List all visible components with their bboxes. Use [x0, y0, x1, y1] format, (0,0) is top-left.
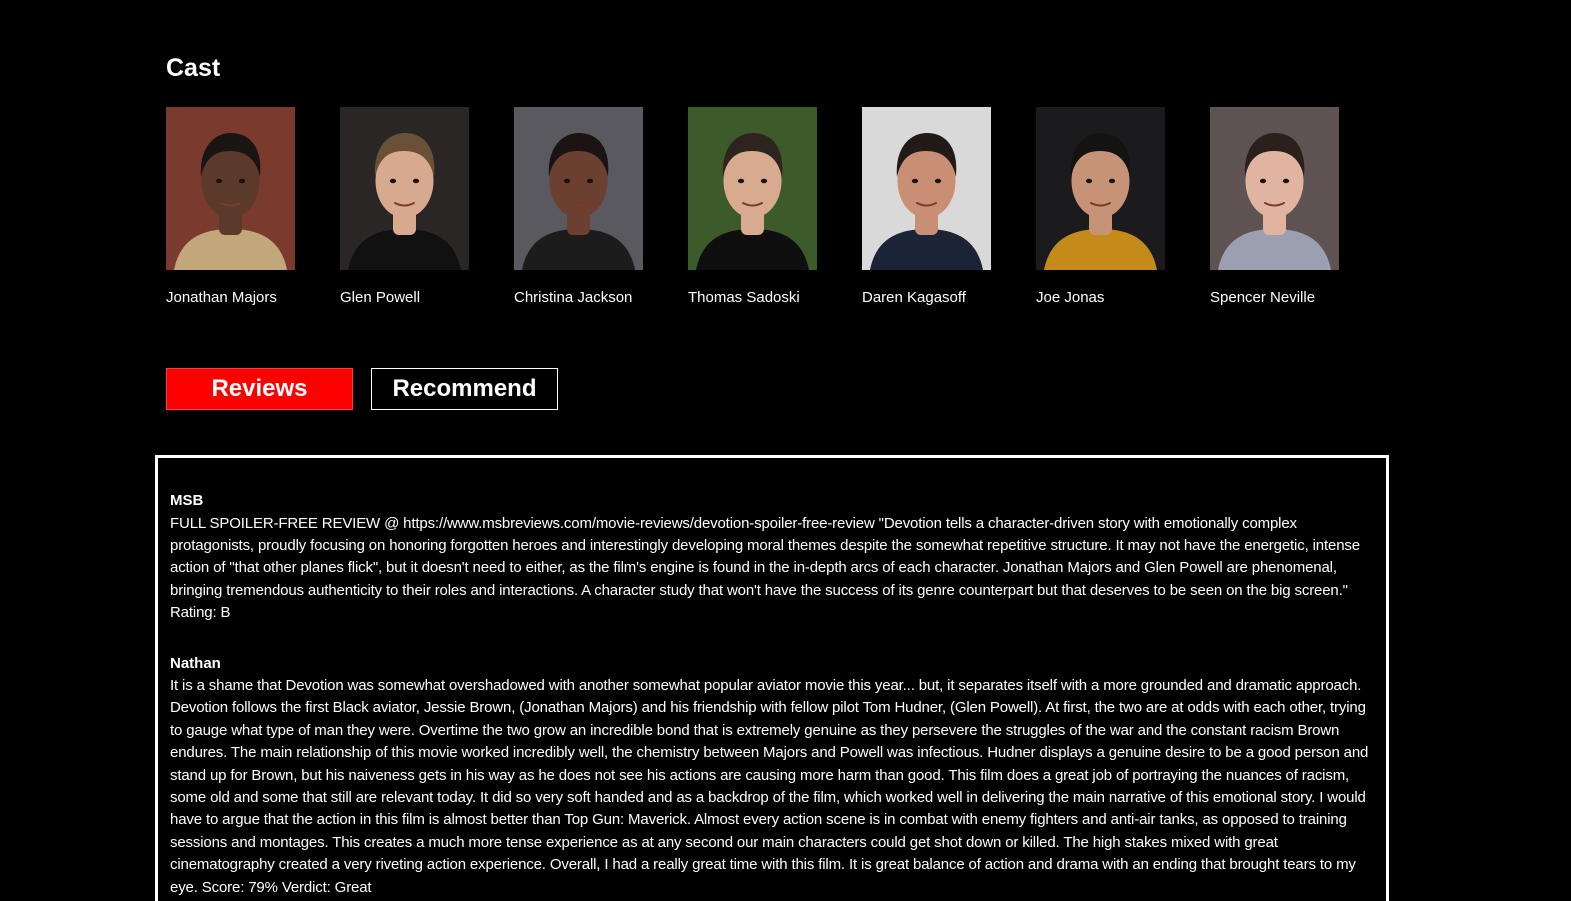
tab-recommend[interactable]: Recommend [371, 368, 558, 410]
cast-member[interactable]: Christina Jackson [514, 107, 643, 308]
cast-heading: Cast [166, 54, 221, 82]
headshot-eye [911, 178, 919, 184]
headshot-image [166, 107, 295, 270]
review-item: Nathan It is a shame that Devotion was s… [170, 653, 1374, 900]
headshot-photo[interactable] [340, 107, 469, 270]
headshot-eye [1085, 178, 1093, 184]
review-author: MSB [170, 492, 204, 509]
cast-member[interactable]: Daren Kagasoff [862, 107, 991, 308]
headshot-image [1210, 107, 1339, 270]
reviews-panel[interactable]: MSB FULL SPOILER-FREE REVIEW @ https://w… [155, 455, 1389, 901]
cast-member[interactable]: Joe Jonas [1036, 107, 1165, 308]
headshot-photo[interactable] [1036, 107, 1165, 270]
review-text: FULL SPOILER-FREE REVIEW @ https://www.m… [170, 514, 1360, 622]
cast-name[interactable]: Spencer Neville [1210, 288, 1339, 308]
cast-member[interactable]: Spencer Neville [1210, 107, 1339, 308]
headshot-eye [412, 178, 420, 184]
headshot-eye [760, 178, 768, 184]
review-text: It is a shame that Devotion was somewhat… [170, 677, 1369, 896]
headshot-eye [215, 178, 223, 184]
headshot-eye [934, 178, 942, 184]
cast-name[interactable]: Christina Jackson [514, 288, 643, 308]
cast-name[interactable]: Daren Kagasoff [862, 288, 991, 308]
headshot-eye [1108, 178, 1116, 184]
cast-name[interactable]: Glen Powell [340, 288, 469, 308]
movie-detail-page: Cast Jonathan Majors Glen Powell Christi… [0, 0, 1571, 901]
review-item: MSB FULL SPOILER-FREE REVIEW @ https://w… [170, 490, 1374, 625]
headshot-photo[interactable] [514, 107, 643, 270]
cast-member[interactable]: Thomas Sadoski [688, 107, 817, 308]
headshot-eye [238, 178, 246, 184]
review-author: Nathan [170, 654, 221, 672]
headshot-image [514, 107, 643, 270]
cast-name[interactable]: Jonathan Majors [166, 288, 295, 308]
headshot-eye [737, 178, 745, 184]
cast-name[interactable]: Thomas Sadoski [688, 288, 817, 308]
cast-member[interactable]: Glen Powell [340, 107, 469, 308]
headshot-eye [1259, 178, 1267, 184]
cast-list: Jonathan Majors Glen Powell Christina Ja… [166, 107, 1339, 308]
headshot-photo[interactable] [1210, 107, 1339, 270]
headshot-image [862, 107, 991, 270]
cast-name[interactable]: Joe Jonas [1036, 288, 1165, 308]
headshot-eye [563, 178, 571, 184]
tab-reviews[interactable]: Reviews [166, 368, 353, 410]
headshot-photo[interactable] [688, 107, 817, 270]
headshot-image [688, 107, 817, 270]
headshot-image [340, 107, 469, 270]
headshot-eye [389, 178, 397, 184]
cast-member[interactable]: Jonathan Majors [166, 107, 295, 308]
review-tabs: Reviews Recommend [166, 368, 558, 410]
headshot-photo[interactable] [166, 107, 295, 270]
headshot-eye [586, 178, 594, 184]
headshot-photo[interactable] [862, 107, 991, 270]
headshot-image [1036, 107, 1165, 270]
headshot-eye [1282, 178, 1290, 184]
